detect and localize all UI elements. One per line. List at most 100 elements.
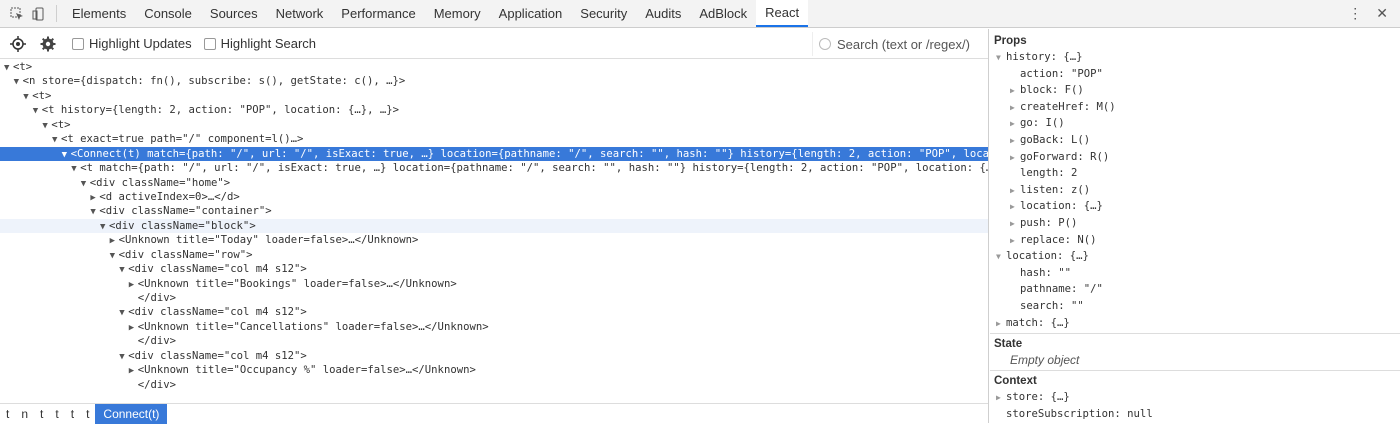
tree-row-text: <div className="col m4 s12"> bbox=[128, 349, 307, 362]
collapse-arrow-icon[interactable]: ▼ bbox=[119, 350, 128, 363]
tree-row[interactable]: ▶ <d activeIndex=0>…</d> bbox=[0, 190, 988, 204]
collapse-arrow-icon[interactable]: ▼ bbox=[62, 148, 71, 161]
tab-memory[interactable]: Memory bbox=[425, 0, 490, 27]
collapse-arrow-icon[interactable]: ▼ bbox=[52, 133, 61, 146]
tab-sources[interactable]: Sources bbox=[201, 0, 267, 27]
tree-row[interactable]: ▶ <Unknown title="Occupancy %" loader=fal… bbox=[0, 363, 988, 377]
prop-row[interactable]: ▶ go: I() bbox=[990, 115, 1400, 132]
breadcrumb-item[interactable]: t bbox=[80, 407, 95, 421]
expand-arrow-icon[interactable]: ▶ bbox=[1010, 233, 1020, 250]
tree-row[interactable]: ▼ <div className="home"> bbox=[0, 176, 988, 190]
highlight-updates-checkbox[interactable]: Highlight Updates bbox=[72, 36, 192, 51]
collapse-arrow-icon[interactable]: ▼ bbox=[33, 104, 42, 117]
search-input[interactable]: Search (text or /regex/) bbox=[812, 32, 984, 56]
collapse-arrow-icon[interactable]: ▼ bbox=[14, 75, 23, 88]
tab-performance[interactable]: Performance bbox=[332, 0, 424, 27]
select-element-icon[interactable] bbox=[8, 34, 28, 54]
prop-row[interactable]: ▼ history: {…} bbox=[990, 49, 1400, 66]
expand-arrow-icon[interactable]: ▶ bbox=[129, 364, 138, 377]
prop-row[interactable]: ▶ createHref: M() bbox=[990, 99, 1400, 116]
tree-row[interactable]: ▼ <t exact=true path="/" component=l()…> bbox=[0, 132, 988, 146]
tab-adblock[interactable]: AdBlock bbox=[690, 0, 756, 27]
breadcrumb-item[interactable]: n bbox=[15, 407, 34, 421]
tree-row[interactable]: </div> bbox=[0, 378, 988, 392]
expand-arrow-icon[interactable]: ▶ bbox=[1010, 183, 1020, 200]
breadcrumb-item[interactable]: t bbox=[65, 407, 80, 421]
collapse-arrow-icon[interactable]: ▼ bbox=[996, 249, 1006, 266]
checkbox-box[interactable] bbox=[203, 37, 216, 50]
prop-row[interactable]: ▶ replace: N() bbox=[990, 232, 1400, 249]
expand-arrow-icon[interactable]: ▶ bbox=[1010, 216, 1020, 233]
expand-arrow-icon[interactable]: ▶ bbox=[110, 234, 119, 247]
checkbox-box[interactable] bbox=[72, 37, 84, 50]
props-title: Props bbox=[994, 35, 1027, 47]
tab-network[interactable]: Network bbox=[267, 0, 333, 27]
more-options-icon[interactable]: ⋮ bbox=[1348, 5, 1362, 22]
prop-row[interactable]: ▶ store: {…} bbox=[990, 389, 1400, 406]
prop-row[interactable]: ▶ push: P() bbox=[990, 215, 1400, 232]
breadcrumb-item-active[interactable]: Connect(t) bbox=[95, 403, 168, 424]
tree-row[interactable]: ▼ <div className="col m4 s12"> bbox=[0, 305, 988, 319]
tab-console[interactable]: Console bbox=[135, 0, 201, 27]
tree-row-selected[interactable]: ▼ <Connect(t) match={path: "/", url: "/",… bbox=[0, 146, 988, 162]
tree-row[interactable]: ▶ <Unknown title="Today" loader=false>…</… bbox=[0, 233, 988, 247]
expand-arrow-icon[interactable]: ▶ bbox=[129, 278, 138, 291]
tree-row[interactable]: ▶ <Unknown title="Bookings" loader=false>… bbox=[0, 277, 988, 291]
tree-row[interactable]: ▼ <t match={path: "/", url: "/", isExact:… bbox=[0, 161, 988, 175]
collapse-arrow-icon[interactable]: ▼ bbox=[100, 220, 109, 233]
tree-row[interactable]: </div> bbox=[0, 334, 988, 348]
prop-row[interactable]: ▶ block: F() bbox=[990, 82, 1400, 99]
tree-row[interactable]: ▼ <t> bbox=[0, 60, 988, 74]
tree-row[interactable]: </div> bbox=[0, 291, 988, 305]
close-devtools-icon[interactable]: ✕ bbox=[1376, 5, 1388, 22]
breadcrumb-item[interactable]: t bbox=[0, 407, 15, 421]
gear-icon[interactable] bbox=[38, 34, 58, 54]
breadcrumb-item[interactable]: t bbox=[34, 407, 49, 421]
prop-row[interactable]: ▶ location: {…} bbox=[990, 198, 1400, 215]
tree-row[interactable]: ▼ <t> bbox=[0, 118, 988, 132]
expand-arrow-icon[interactable]: ▶ bbox=[129, 321, 138, 334]
tab-security[interactable]: Security bbox=[571, 0, 636, 27]
tree-row-text: <div className="container"> bbox=[99, 205, 272, 218]
expand-arrow-icon[interactable]: ▶ bbox=[1010, 83, 1020, 100]
tab-application[interactable]: Application bbox=[490, 0, 572, 27]
collapse-arrow-icon[interactable]: ▼ bbox=[119, 306, 128, 319]
prop-row[interactable]: ▶ goBack: L() bbox=[990, 132, 1400, 149]
prop-row[interactable]: ▼ location: {…} bbox=[990, 248, 1400, 265]
prop-row[interactable]: ▶ listen: z() bbox=[990, 182, 1400, 199]
collapse-arrow-icon[interactable]: ▼ bbox=[4, 61, 13, 74]
tree-row[interactable]: ▼ <div className="col m4 s12"> bbox=[0, 262, 988, 276]
prop-row[interactable]: ▶ goForward: R() bbox=[990, 149, 1400, 166]
expand-arrow-icon[interactable]: ▶ bbox=[996, 316, 1006, 333]
tree-row[interactable]: ▼ <div className="col m4 s12"> bbox=[0, 349, 988, 363]
tree-row[interactable]: ▶ <Unknown title="Cancellations" loader=f… bbox=[0, 320, 988, 334]
collapse-arrow-icon[interactable]: ▼ bbox=[996, 50, 1006, 67]
highlight-search-checkbox[interactable]: Highlight Search bbox=[203, 36, 316, 51]
expand-arrow-icon[interactable]: ▶ bbox=[1010, 150, 1020, 167]
prop-row: pathname: "/" bbox=[990, 281, 1400, 298]
collapse-arrow-icon[interactable]: ▼ bbox=[110, 249, 119, 262]
panel-divider[interactable] bbox=[988, 29, 989, 423]
tree-row[interactable]: ▼ <div className="container"> bbox=[0, 204, 988, 218]
tree-row[interactable]: ▼ <div className="block"> bbox=[0, 218, 988, 234]
expand-arrow-icon[interactable]: ▶ bbox=[996, 390, 1006, 407]
collapse-arrow-icon[interactable]: ▼ bbox=[23, 90, 32, 103]
expand-arrow-icon[interactable]: ▶ bbox=[1010, 116, 1020, 133]
collapse-arrow-icon[interactable]: ▼ bbox=[119, 263, 128, 276]
expand-arrow-icon[interactable]: ▶ bbox=[1010, 199, 1020, 216]
tab-react[interactable]: React bbox=[756, 0, 809, 27]
collapse-arrow-icon[interactable]: ▼ bbox=[81, 177, 90, 190]
collapse-arrow-icon[interactable]: ▼ bbox=[71, 162, 80, 175]
tree-row[interactable]: ▼ <div className="row"> bbox=[0, 248, 988, 262]
tab-elements[interactable]: Elements bbox=[63, 0, 135, 27]
inspect-element-icon[interactable] bbox=[6, 0, 28, 28]
tree-row[interactable]: ▼ <t> bbox=[0, 89, 988, 103]
expand-arrow-icon[interactable]: ▶ bbox=[1010, 100, 1020, 117]
tab-audits[interactable]: Audits bbox=[636, 0, 690, 27]
expand-arrow-icon[interactable]: ▶ bbox=[1010, 133, 1020, 150]
tree-row[interactable]: ▼ <n store={dispatch: fn(), subscribe: s(… bbox=[0, 74, 988, 88]
tree-row[interactable]: ▼ <t history={length: 2, action: "POP", l… bbox=[0, 103, 988, 117]
device-toolbar-icon[interactable] bbox=[28, 0, 50, 28]
breadcrumb-item[interactable]: t bbox=[49, 407, 64, 421]
prop-row[interactable]: ▶ match: {…} bbox=[990, 315, 1400, 332]
